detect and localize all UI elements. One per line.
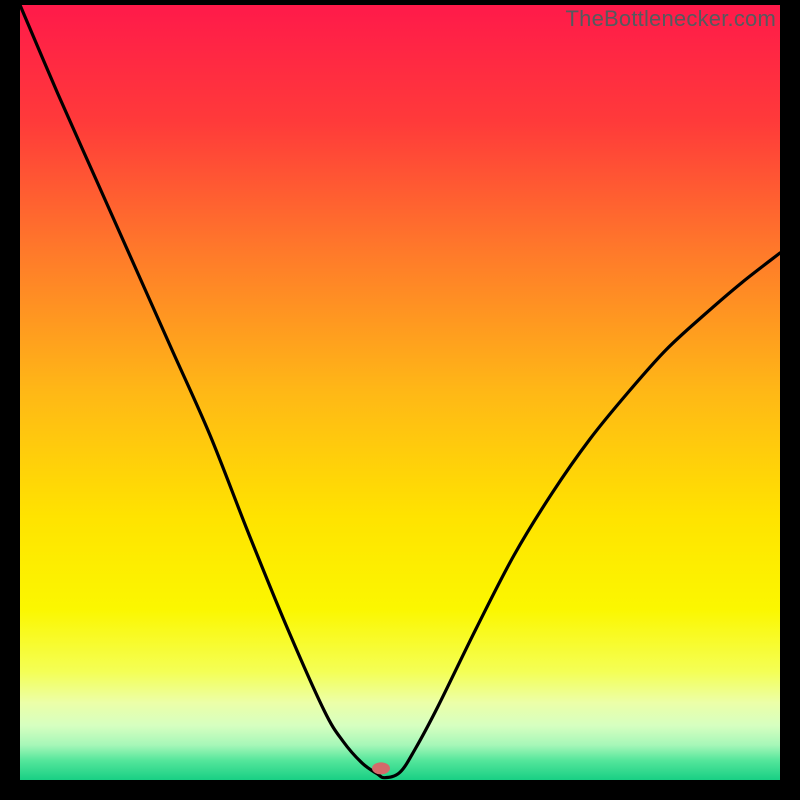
bottleneck-chart xyxy=(20,5,780,780)
optimum-marker xyxy=(372,762,390,774)
gradient-background xyxy=(20,5,780,780)
chart-frame xyxy=(20,5,780,780)
attribution-text: TheBottlenecker.com xyxy=(566,6,776,32)
